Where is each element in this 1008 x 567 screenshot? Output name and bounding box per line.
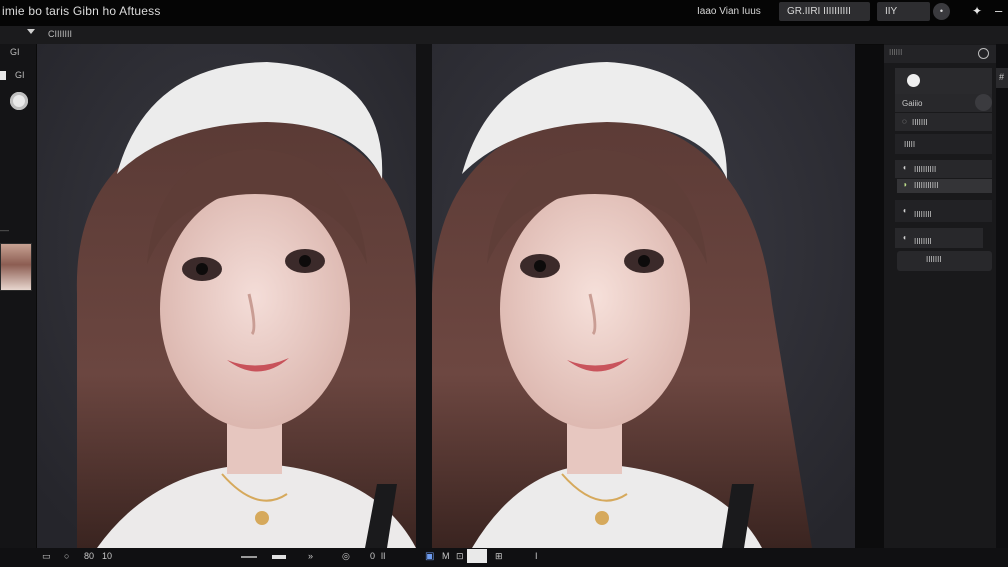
layer-icon-3: ◖	[902, 233, 907, 242]
bottom-item-7[interactable]: »	[308, 551, 313, 561]
toolbar-label-second[interactable]: GI	[15, 70, 25, 80]
options-bar	[0, 26, 1008, 45]
panel-row-7-label: IIIIIIII	[914, 237, 932, 246]
minimize-icon[interactable]: –	[995, 3, 1002, 18]
canvas-original[interactable]	[37, 44, 416, 548]
layer-icon: ◖	[902, 163, 907, 172]
panel-row-8[interactable]	[897, 251, 992, 271]
swatch-icon[interactable]	[0, 71, 6, 80]
search-icon[interactable]	[978, 48, 989, 59]
layer-icon-2: ◖	[902, 206, 907, 215]
toolbar-separator: —	[0, 225, 9, 235]
panel-row-4[interactable]	[895, 160, 992, 178]
bottom-item-10[interactable]: lI	[381, 551, 386, 561]
bottom-item-13[interactable]: ⊡	[456, 551, 464, 562]
bottom-item-14[interactable]: ⊞	[495, 551, 503, 562]
chevron-down-icon[interactable]	[27, 29, 35, 34]
secondary-button[interactable]: IIY IIIIIIII	[877, 2, 930, 36]
bottom-slider-thumb[interactable]	[272, 555, 286, 559]
bottom-item-1[interactable]: ▭	[42, 551, 51, 562]
brush-icon[interactable]	[10, 92, 28, 110]
menu-label[interactable]: Iaao Vian Iuus	[697, 6, 761, 17]
bottom-bar	[0, 548, 1008, 567]
panel-row-2-label: IIIIIII	[912, 118, 928, 127]
color-dot-icon[interactable]	[907, 74, 920, 87]
portrait-image-left	[37, 44, 416, 548]
panel-row-4-label: IIIIIIIIII	[914, 165, 937, 174]
bottom-item-12[interactable]: M	[442, 551, 450, 561]
bottom-item-4[interactable]: 10	[102, 551, 112, 561]
bottom-item-8[interactable]: ◎	[342, 551, 350, 562]
panel-row-6-label: IIIIIIII	[914, 210, 932, 219]
panel-row-6[interactable]	[895, 200, 992, 222]
left-toolbar	[0, 44, 37, 548]
panel-tab-label: #	[999, 72, 1005, 82]
panel-row-5-selected[interactable]	[897, 179, 992, 193]
bottom-slider-line[interactable]	[241, 556, 257, 558]
canvas-processed[interactable]	[432, 44, 855, 548]
bottom-item-3[interactable]: 80	[84, 551, 94, 561]
panel-row-7[interactable]	[895, 228, 983, 248]
primary-button[interactable]: GR.IIRI IIIIIIIIII	[779, 2, 870, 21]
bottom-item-2[interactable]: ○	[64, 551, 69, 561]
right-strip	[996, 44, 1008, 548]
panel-row-1-button[interactable]	[975, 94, 992, 111]
ring-icon: ◌	[902, 117, 907, 126]
panel-row-2[interactable]	[895, 113, 992, 131]
panel-row-1-label: Gaiiio	[902, 99, 923, 108]
bottom-item-11[interactable]: ▣	[425, 551, 434, 562]
options-label[interactable]: CIIIIIII	[48, 29, 72, 39]
portrait-image-right	[432, 44, 855, 548]
panel-row-5-label: IIIIIIIIIII	[914, 181, 939, 190]
bottom-item-9[interactable]: 0	[370, 551, 375, 561]
panel-header-label: IIIIII	[889, 48, 903, 57]
layer-thumbnail[interactable]	[0, 243, 32, 291]
app-title: imie bo taris Gibn ho Aftuess	[2, 4, 161, 18]
mask-icon: ◗	[903, 180, 908, 189]
pin-icon[interactable]: ✦	[972, 4, 982, 18]
bottom-item-15[interactable]: I	[535, 551, 538, 561]
canvas-divider[interactable]	[416, 44, 432, 548]
bottom-color-swatch[interactable]	[467, 549, 487, 563]
panel-row-3-label: IIIII	[904, 140, 916, 149]
circle-button[interactable]: •	[933, 3, 950, 20]
panel-row-8-label: IIIIIII	[926, 255, 942, 264]
toolbar-label-top[interactable]: GI	[10, 47, 20, 57]
